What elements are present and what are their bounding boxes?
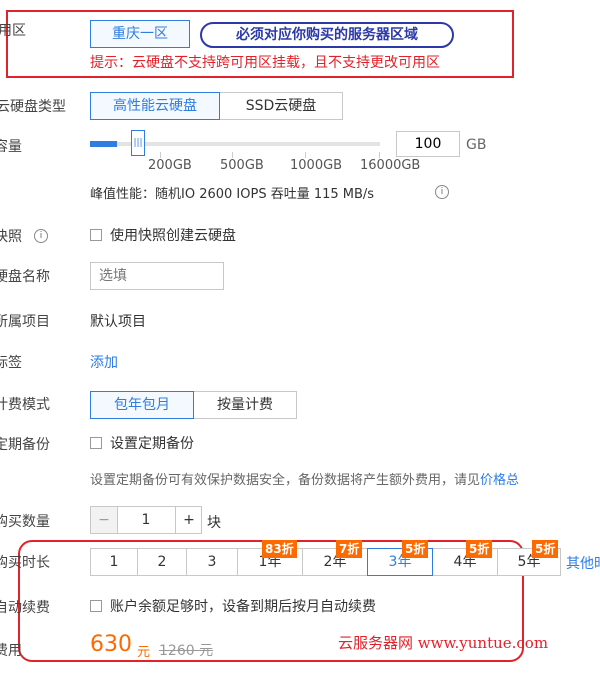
- price-overview-link[interactable]: 价格总: [480, 473, 519, 488]
- slider-fill: [90, 141, 117, 147]
- capacity-unit: GB: [466, 137, 487, 153]
- quantity-unit: 块: [207, 515, 221, 531]
- watermark: 云服务器网 www.yuntue.com: [338, 634, 549, 652]
- discount-badge-4y: 5折: [466, 540, 493, 558]
- fee-label: 费用: [0, 643, 22, 659]
- info-icon[interactable]: i: [435, 185, 449, 199]
- fee-original-price: 1260 元: [159, 643, 214, 659]
- capacity-perf: 峰值性能：随机IO 2600 IOPS 吞吐量 115 MB/s: [90, 187, 375, 202]
- disk-type-ssd[interactable]: SSD云硬盘: [219, 92, 343, 120]
- backup-desc: 设置定期备份可有效保护数据安全，备份数据将产生额外费用，请见价格总: [90, 469, 519, 488]
- duration-option-1m[interactable]: 1: [90, 548, 138, 576]
- snapshot-checkbox[interactable]: [90, 229, 102, 241]
- quantity-stepper: − 1 +: [90, 506, 202, 534]
- billing-prepaid[interactable]: 包年包月: [90, 391, 194, 419]
- duration-option-2m[interactable]: 2: [137, 548, 187, 576]
- info-icon[interactable]: i: [34, 229, 48, 243]
- disk-type-label: 云硬盘类型: [0, 99, 66, 115]
- project-value: 默认项目: [90, 314, 146, 330]
- disk-name-input[interactable]: [90, 262, 224, 290]
- capacity-input[interactable]: [396, 131, 460, 157]
- fee-unit: 元: [137, 645, 151, 660]
- discount-badge-3y: 5折: [402, 540, 429, 558]
- discount-badge-5y: 5折: [532, 540, 559, 558]
- backup-checkbox-label: 设置定期备份: [110, 436, 194, 452]
- slider-tick-1000: 1000GB: [290, 158, 343, 173]
- capacity-slider[interactable]: |||: [90, 130, 380, 156]
- add-tag-link[interactable]: 添加: [90, 352, 118, 372]
- duration-option-3m[interactable]: 3: [186, 548, 238, 576]
- quantity-label: 购买数量: [0, 514, 50, 530]
- backup-label: 定期备份: [0, 437, 50, 453]
- zone-callout-text: 必须对应你购买的服务器区域: [236, 27, 418, 43]
- auto-renew-checkbox-label: 账户余额足够时，设备到期后按月自动续费: [110, 599, 376, 615]
- auto-renew-checkbox[interactable]: [90, 600, 102, 612]
- quantity-plus-button[interactable]: +: [175, 507, 202, 533]
- slider-tick-500: 500GB: [220, 158, 264, 173]
- discount-badge-1y: 83折: [262, 540, 297, 558]
- billing-postpaid[interactable]: 按量计费: [193, 391, 297, 419]
- capacity-label: 容量: [0, 139, 22, 155]
- duration-label: 购买时长: [0, 555, 50, 571]
- snapshot-label: 快照: [0, 229, 22, 245]
- snapshot-checkbox-label: 使用快照创建云硬盘: [110, 228, 236, 244]
- discount-badge-2y: 7折: [336, 540, 363, 558]
- disk-name-label: 硬盘名称: [0, 269, 50, 285]
- slider-tick-200: 200GB: [148, 158, 192, 173]
- zone-label: 可用区: [0, 23, 26, 39]
- zone-option-chongqing-1[interactable]: 重庆一区: [90, 20, 190, 48]
- billing-label: 计费模式: [0, 397, 50, 413]
- disk-type-premium[interactable]: 高性能云硬盘: [90, 92, 220, 120]
- project-label: 所属项目: [0, 314, 50, 330]
- other-duration-link[interactable]: 其他时: [566, 553, 600, 573]
- backup-desc-text: 设置定期备份可有效保护数据安全，备份数据将产生额外费用，请见: [90, 473, 481, 488]
- fee-price: 630: [90, 632, 132, 657]
- slider-tick-16000: 16000GB: [360, 158, 421, 173]
- quantity-value[interactable]: 1: [118, 507, 174, 533]
- auto-renew-label: 自动续费: [0, 600, 50, 616]
- zone-callout: 必须对应你购买的服务器区域: [200, 22, 454, 48]
- tags-label: 标签: [0, 355, 22, 371]
- backup-checkbox[interactable]: [90, 437, 102, 449]
- quantity-minus-button[interactable]: −: [91, 507, 118, 533]
- zone-hint: 提示：云硬盘不支持跨可用区挂载，且不支持更改可用区: [90, 55, 440, 71]
